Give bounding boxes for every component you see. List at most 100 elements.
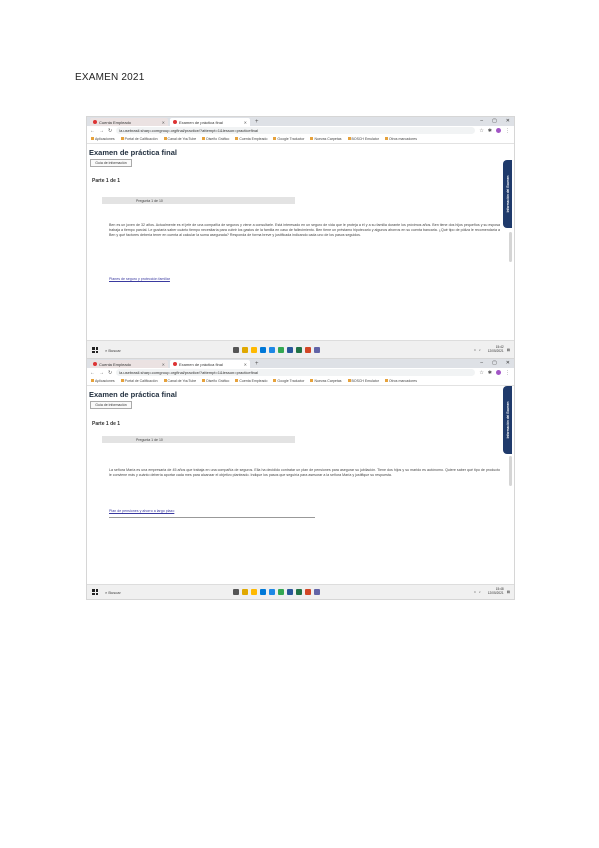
browser-tab-inactive[interactable]: Cuenta Empleado ✕	[90, 360, 168, 368]
star-icon[interactable]: ☆	[479, 370, 483, 376]
bookmark-item[interactable]: Otros marcadores	[384, 379, 417, 383]
extension-icon[interactable]: ✱	[488, 128, 492, 134]
exam-info-side-tab[interactable]: Información del Examen	[503, 160, 512, 228]
bookmark-item[interactable]: Nuevas Carpetas	[310, 137, 342, 141]
bookmarks-bar: Aplicaciones Portal de Calificación Cana…	[87, 377, 514, 386]
info-guide-button[interactable]: Guía de información	[90, 401, 132, 409]
bookmark-item[interactable]: Cuenta Empleado	[235, 137, 267, 141]
question-header: Pregunta 1 de 10	[102, 436, 295, 443]
maximize-icon[interactable]: ▢	[492, 118, 497, 124]
browser-tab-active[interactable]: Examen de práctica final ✕	[170, 360, 250, 368]
forward-icon[interactable]: →	[99, 128, 104, 134]
bookmark-item[interactable]: Portal de Calificación	[120, 379, 158, 383]
exam-title: Examen de práctica final	[89, 390, 177, 399]
back-icon[interactable]: ←	[90, 128, 95, 134]
forward-icon[interactable]: →	[99, 370, 104, 376]
bookmark-item[interactable]: Google Traductor	[273, 137, 304, 141]
bookmark-item[interactable]: Cuenta Empleado	[235, 379, 267, 383]
question-number: Pregunta 1 de 10	[136, 198, 163, 203]
folder-icon[interactable]	[251, 347, 257, 353]
taskbar-search[interactable]: ⌕ Buscar	[105, 590, 165, 595]
tab-label: Examen de práctica final	[179, 361, 223, 367]
reference-link[interactable]: Planes de seguro y protección familiar	[109, 277, 170, 281]
word-icon[interactable]	[287, 589, 293, 595]
excel-icon[interactable]	[296, 589, 302, 595]
bookmark-item[interactable]: BOSCH Emulator	[347, 379, 379, 383]
close-window-icon[interactable]: ✕	[506, 360, 510, 366]
reload-icon[interactable]: ↻	[108, 128, 112, 134]
back-icon[interactable]: ←	[90, 370, 95, 376]
network-icon[interactable]: ⌂	[474, 348, 476, 352]
close-window-icon[interactable]: ✕	[506, 118, 510, 124]
info-guide-button[interactable]: Guía de información	[90, 159, 132, 167]
minimize-icon[interactable]: –	[480, 118, 483, 124]
edge-icon[interactable]	[260, 347, 266, 353]
reference-link[interactable]: Plan de pensiones y ahorro a largo plazo	[109, 509, 174, 513]
teams-icon[interactable]	[314, 347, 320, 353]
menu-icon[interactable]: ⋮	[505, 370, 510, 376]
network-icon[interactable]: ⌂	[474, 590, 476, 594]
notification-icon[interactable]: ▤	[507, 348, 510, 352]
minimize-icon[interactable]: –	[480, 360, 483, 366]
bookmark-item[interactable]: Diseño Gráfico	[202, 137, 229, 141]
volume-icon[interactable]: ♪	[479, 348, 481, 352]
bookmark-item[interactable]: Nuevas Carpetas	[310, 379, 342, 383]
browser-tab-inactive[interactable]: Cuenta Empleado ✕	[90, 118, 168, 126]
edge-icon[interactable]	[260, 589, 266, 595]
exam-info-side-tab[interactable]: Información del Examen	[503, 386, 512, 454]
bookmark-item[interactable]: BOSCH Emulator	[347, 137, 379, 141]
bookmark-item[interactable]: Google Traductor	[273, 379, 304, 383]
powerpoint-icon[interactable]	[305, 347, 311, 353]
clock[interactable]: 15:42 12/05/2021	[488, 345, 504, 354]
extension-icon[interactable]: ✱	[488, 370, 492, 376]
question-header: Pregunta 1 de 10	[102, 197, 295, 204]
bookmark-item[interactable]: Canal de YouTube	[163, 137, 196, 141]
teams-icon[interactable]	[314, 589, 320, 595]
chrome-icon[interactable]	[278, 347, 284, 353]
bookmark-item[interactable]: Portal de Calificación	[120, 137, 158, 141]
volume-icon[interactable]: ♪	[479, 590, 481, 594]
bookmark-item[interactable]: Aplicaciones	[91, 137, 115, 141]
store-icon[interactable]	[269, 347, 275, 353]
favicon-icon	[173, 362, 177, 366]
taskbar-search[interactable]: ⌕ Buscar	[105, 348, 165, 353]
scrollbar[interactable]	[509, 232, 512, 262]
profile-avatar[interactable]	[496, 370, 501, 375]
folder-icon[interactable]	[251, 589, 257, 595]
bookmark-item[interactable]: Aplicaciones	[91, 379, 115, 383]
scrollbar[interactable]	[509, 456, 512, 486]
close-icon[interactable]: ✕	[244, 120, 247, 125]
clock[interactable]: 15:48 12/05/2021	[488, 587, 504, 596]
file-explorer-icon[interactable]	[242, 589, 248, 595]
excel-icon[interactable]	[296, 347, 302, 353]
chrome-icon[interactable]	[278, 589, 284, 595]
close-icon[interactable]: ✕	[244, 362, 247, 367]
new-tab-icon[interactable]: +	[252, 361, 262, 367]
file-explorer-icon[interactable]	[242, 347, 248, 353]
bookmark-item[interactable]: Diseño Gráfico	[202, 379, 229, 383]
side-tab-label: Información del Examen	[505, 401, 510, 439]
reload-icon[interactable]: ↻	[108, 370, 112, 376]
store-icon[interactable]	[269, 589, 275, 595]
question-number: Pregunta 1 de 10	[136, 437, 163, 442]
maximize-icon[interactable]: ▢	[492, 360, 497, 366]
new-tab-icon[interactable]: +	[252, 119, 262, 125]
notification-icon[interactable]: ▤	[507, 590, 510, 594]
bookmark-item[interactable]: Otros marcadores	[384, 137, 417, 141]
url-input[interactable]: la.usebrasil.sharp.comgroup.orgfinal/pra…	[116, 127, 476, 134]
windows-start-icon[interactable]	[92, 347, 98, 353]
side-tab-label: Información del Examen	[505, 175, 510, 213]
browser-tab-active[interactable]: Examen de práctica final ✕	[170, 118, 250, 126]
menu-icon[interactable]: ⋮	[505, 128, 510, 134]
close-icon[interactable]: ✕	[162, 120, 165, 125]
powerpoint-icon[interactable]	[305, 589, 311, 595]
task-view-icon[interactable]	[233, 589, 239, 595]
url-input[interactable]: la.usebrasil.sharp.comgroup.orgfinal/pra…	[116, 369, 476, 376]
bookmark-item[interactable]: Canal de YouTube	[163, 379, 196, 383]
word-icon[interactable]	[287, 347, 293, 353]
task-view-icon[interactable]	[233, 347, 239, 353]
windows-start-icon[interactable]	[92, 589, 98, 595]
profile-avatar[interactable]	[496, 128, 501, 133]
close-icon[interactable]: ✕	[162, 362, 165, 367]
star-icon[interactable]: ☆	[479, 128, 483, 134]
